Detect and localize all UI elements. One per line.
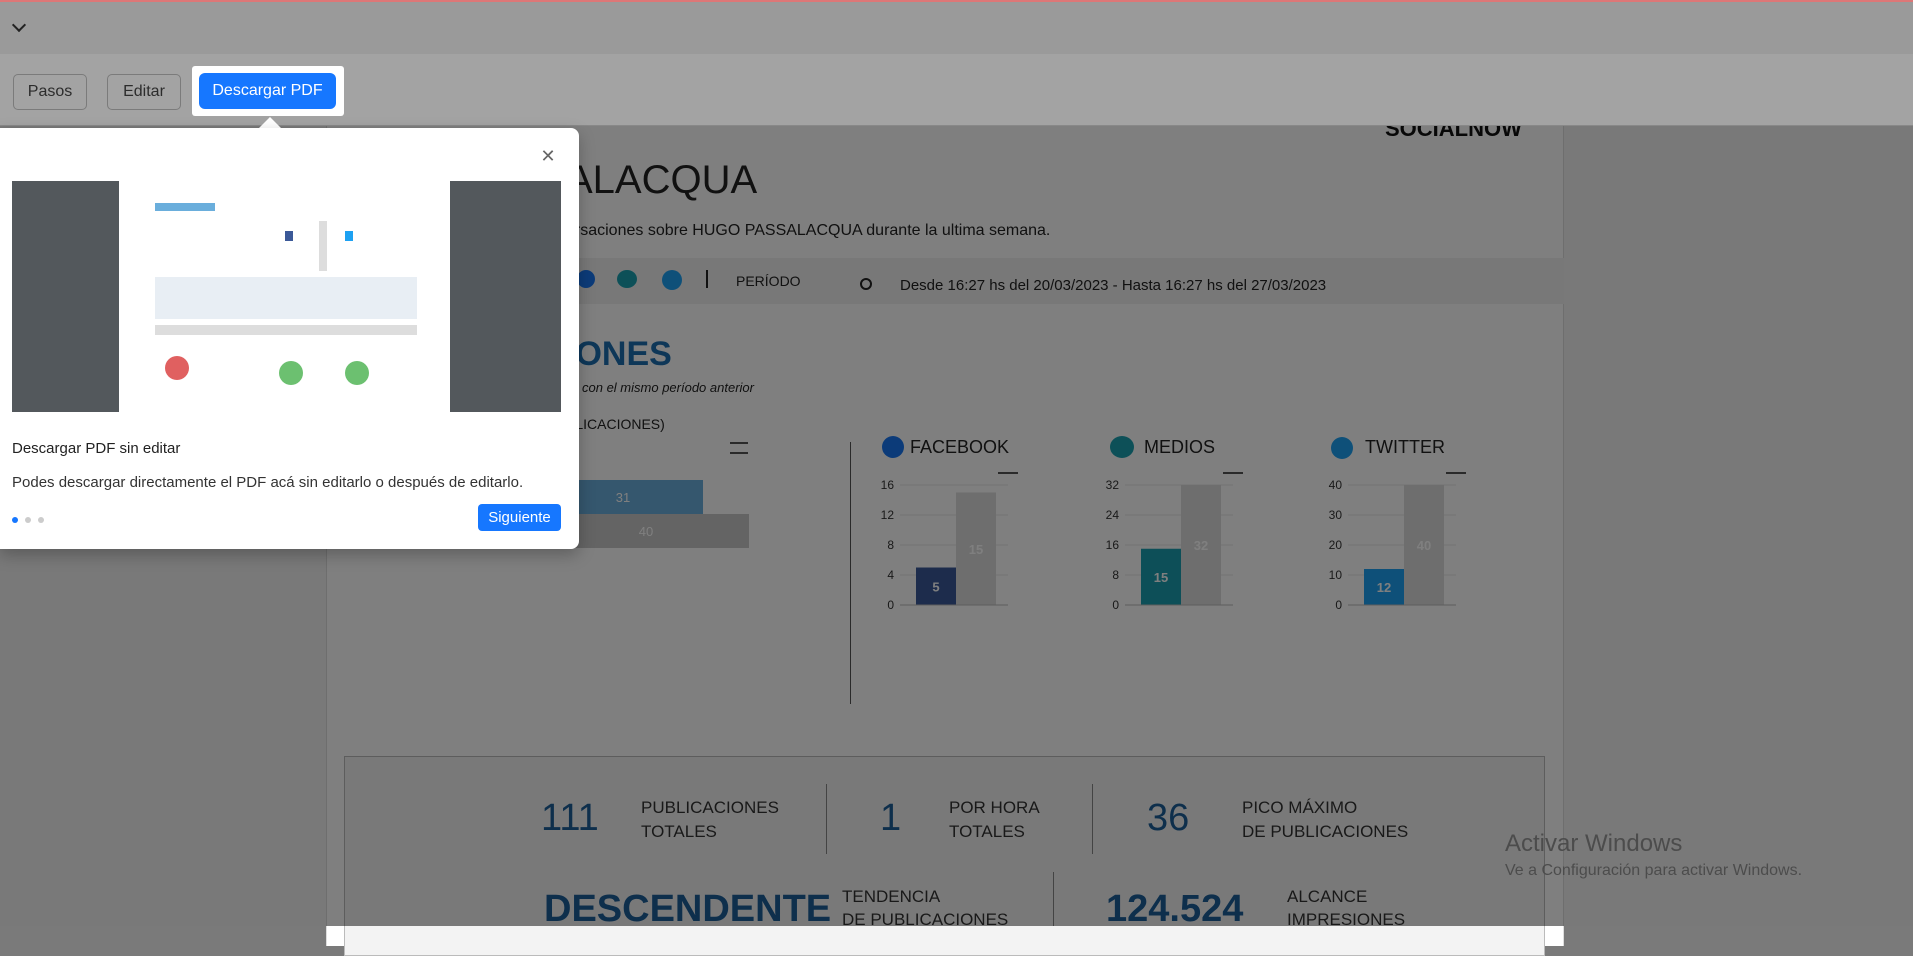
- tour-cover-image: [12, 181, 561, 412]
- tour-step-dot-1[interactable]: [12, 517, 18, 523]
- tour-description: Podes descargar directamente el PDF acá …: [12, 474, 524, 491]
- edit-button[interactable]: Editar: [107, 74, 181, 110]
- chevron-down-icon[interactable]: [11, 17, 27, 33]
- pdf-preview-thumbnail: [119, 181, 450, 412]
- top-bar: [0, 0, 1913, 54]
- download-pdf-button[interactable]: Descargar PDF: [199, 73, 336, 109]
- tour-step-dot-3[interactable]: [38, 517, 44, 523]
- next-button[interactable]: Siguiente: [478, 504, 561, 531]
- close-icon[interactable]: ✕: [540, 147, 556, 165]
- tour-step-dot-2[interactable]: [25, 517, 31, 523]
- tour-title: Descargar PDF sin editar: [12, 440, 181, 457]
- steps-button[interactable]: Pasos: [13, 74, 87, 110]
- tour-popover: ✕ Descargar PDF sin editar Podes descarg…: [0, 128, 579, 549]
